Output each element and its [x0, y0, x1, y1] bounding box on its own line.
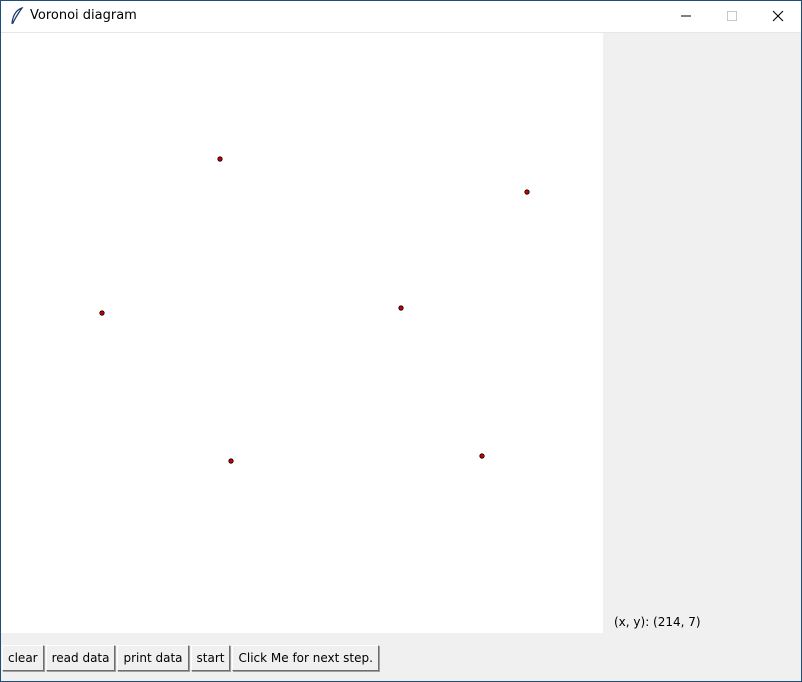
- start-button[interactable]: start: [190, 645, 231, 671]
- drawing-canvas[interactable]: [1, 33, 603, 633]
- minimize-icon: [681, 15, 691, 17]
- button-bar: clear read data print data start Click M…: [1, 643, 801, 673]
- read-data-button[interactable]: read data: [45, 645, 116, 671]
- print-data-button[interactable]: print data: [117, 645, 189, 671]
- maximize-button[interactable]: [709, 1, 755, 32]
- site-point: [99, 310, 105, 316]
- app-window: Voronoi diagram (x, y): (214, 7) clear r…: [0, 0, 802, 682]
- site-point: [479, 453, 485, 459]
- close-icon: [772, 10, 784, 22]
- title-bar[interactable]: Voronoi diagram: [1, 1, 801, 33]
- site-point: [228, 458, 234, 464]
- side-panel: [603, 33, 801, 633]
- clear-button[interactable]: clear: [2, 645, 44, 671]
- site-point: [217, 156, 223, 162]
- site-point: [398, 305, 404, 311]
- feather-icon: [11, 7, 24, 25]
- maximize-icon: [727, 11, 737, 21]
- points-layer: [99, 156, 530, 464]
- window-title: Voronoi diagram: [30, 8, 137, 23]
- close-button[interactable]: [755, 1, 801, 32]
- coordinate-readout: (x, y): (214, 7): [614, 615, 701, 629]
- minimize-button[interactable]: [663, 1, 709, 32]
- site-point: [524, 189, 530, 195]
- next-step-button[interactable]: Click Me for next step.: [232, 645, 379, 671]
